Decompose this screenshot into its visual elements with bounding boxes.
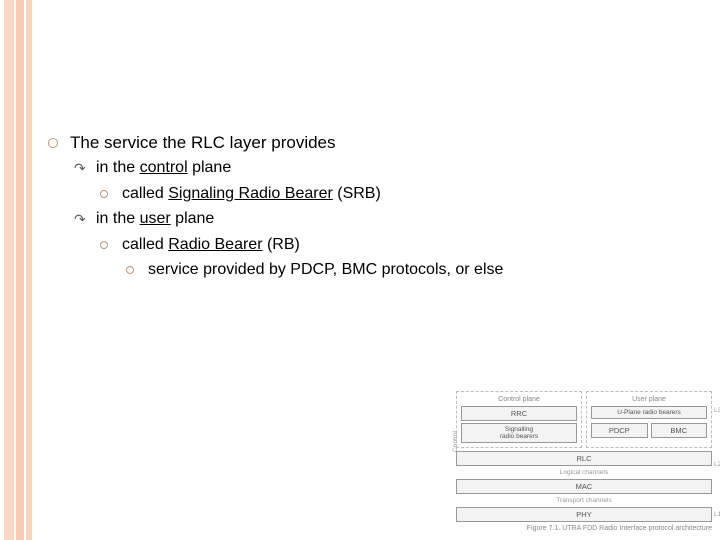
subbullet-2a1: service provided by PDCP, BMC protocols,… [126,258,668,283]
slide-body: The service the RLC layer provides ↷ in … [48,130,668,282]
control-plane-col: Control plane RRC Signalling radio beare… [456,391,582,448]
transport-channels-label: Transport channels [456,497,712,504]
subbullet-1a: called Signaling Radio Bearer (SRB) [100,182,668,207]
left-stripe-3 [26,0,32,540]
loop-bullet-icon: ↷ [74,158,86,180]
sub2-pre: in the [96,210,140,227]
layer-l2: L2 [714,461,720,468]
protocol-diagram: Control Control plane RRC Signalling rad… [456,391,712,532]
control-plane-header: Control plane [461,396,577,403]
subbullet-2a: called Radio Bearer (RB) [100,233,668,258]
left-stripe-1 [4,0,14,540]
loop-bullet-icon: ↷ [74,209,86,231]
sub1a-pre: called [122,185,168,202]
sub2-underline: user [140,210,171,227]
sub2a-post: (RB) [263,236,300,253]
rrc-box: RRC [461,406,577,421]
logical-channels-label: Logical channels [456,469,712,476]
sub1-pre: in the [96,159,140,176]
srb-box: Signalling radio bearers [461,423,577,443]
layer-l3: L3 [714,407,720,414]
sub1a-underline: Signaling Radio Bearer [168,185,333,202]
subbullet-2: ↷ in the user plane [74,207,668,233]
user-plane-header: User plane [591,396,707,403]
mac-box: MAC [456,479,712,494]
ring-bullet-icon [100,190,108,198]
sub2a1-text: service provided by PDCP, BMC protocols,… [148,258,668,283]
pdcp-box: PDCP [591,423,648,438]
sub2-post: plane [171,210,215,227]
ring-bullet-icon [48,138,58,148]
urb-box: U-Plane radio bearers [591,406,707,419]
figure-caption: Figure 7.1. UTRA FDD Radio Interface pro… [456,525,712,532]
sub2a-underline: Radio Bearer [168,236,262,253]
sub1a-post: (SRB) [333,185,381,202]
rlc-box: RLC [456,451,712,466]
left-stripe-2 [16,0,24,540]
subbullet-1: ↷ in the control plane [74,156,668,182]
layer-l1: L1 [714,511,720,518]
sub1-post: plane [188,159,232,176]
ring-bullet-icon [100,241,108,249]
bullet-1-text: The service the RLC layer provides [70,130,668,156]
sub2a-pre: called [122,236,168,253]
sub1-underline: control [140,159,188,176]
bullet-1: The service the RLC layer provides [48,130,668,156]
ring-bullet-icon [126,266,134,274]
bmc-box: BMC [651,423,708,438]
user-plane-col: User plane U-Plane radio bearers PDCP BM… [586,391,712,448]
phy-box: PHY [456,507,712,522]
